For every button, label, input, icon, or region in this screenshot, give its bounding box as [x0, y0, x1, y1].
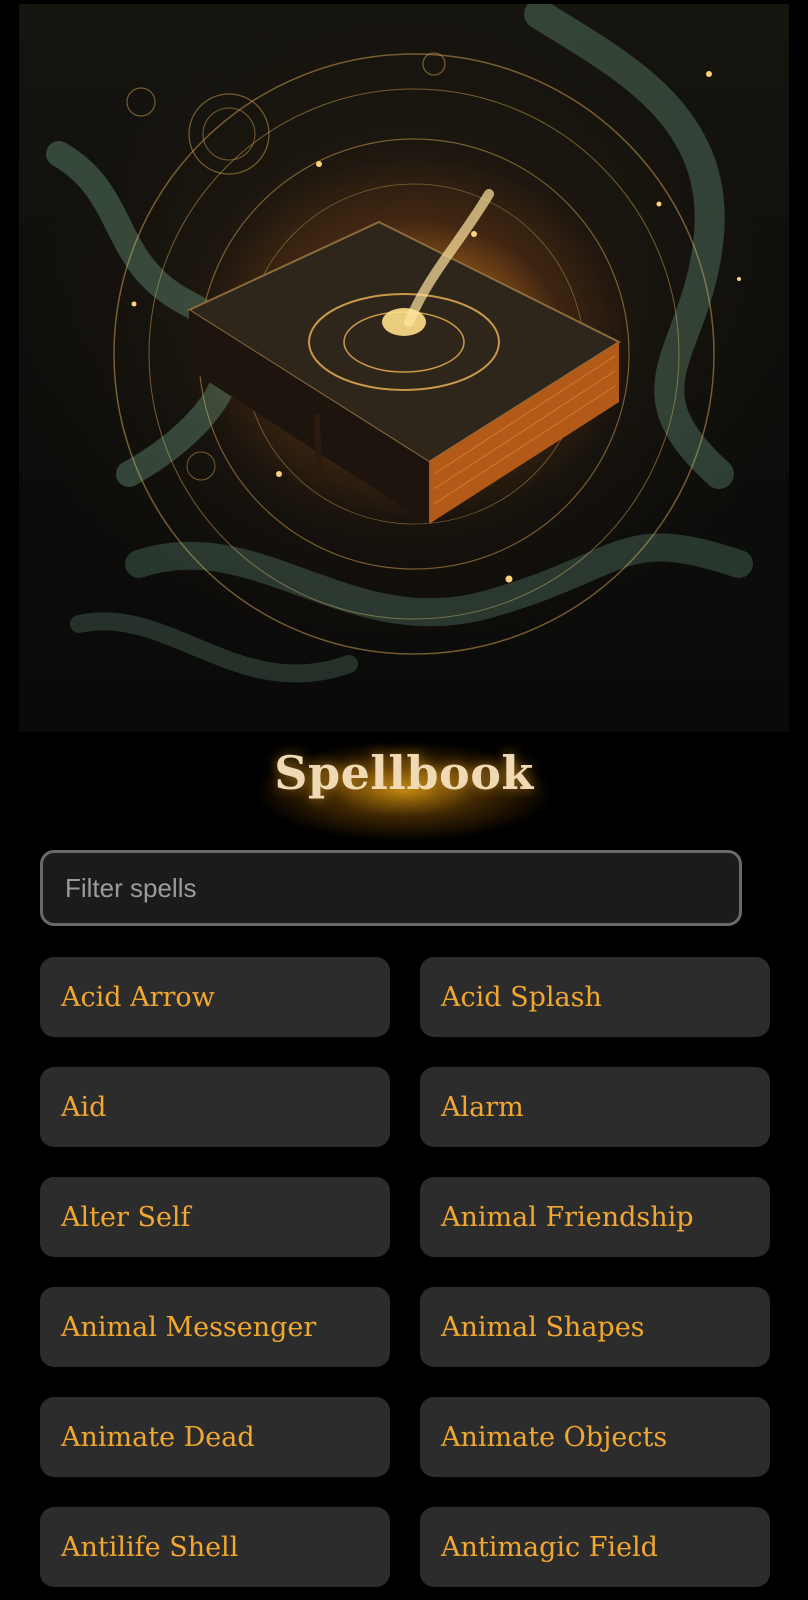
spell-item-antilife-shell[interactable]: Antilife Shell: [40, 1507, 390, 1587]
spell-item-animal-friendship[interactable]: Animal Friendship: [420, 1177, 770, 1257]
spell-item-animate-dead[interactable]: Animate Dead: [40, 1397, 390, 1477]
spellbook-hero-image: [19, 4, 789, 732]
magic-book-illustration: [46, 4, 753, 683]
spell-grid: Acid Arrow Acid Splash Aid Alarm Alter S…: [40, 957, 770, 1587]
spell-item-animate-objects[interactable]: Animate Objects: [420, 1397, 770, 1477]
spell-item-acid-splash[interactable]: Acid Splash: [420, 957, 770, 1037]
page-title: Spellbook: [274, 746, 534, 800]
title-area: Spellbook: [0, 732, 808, 842]
spell-item-antimagic-field[interactable]: Antimagic Field: [420, 1507, 770, 1587]
spell-item-alarm[interactable]: Alarm: [420, 1067, 770, 1147]
spell-item-alter-self[interactable]: Alter Self: [40, 1177, 390, 1257]
filter-spells-input[interactable]: [40, 850, 742, 926]
spell-item-acid-arrow[interactable]: Acid Arrow: [40, 957, 390, 1037]
spell-item-aid[interactable]: Aid: [40, 1067, 390, 1147]
spell-item-animal-shapes[interactable]: Animal Shapes: [420, 1287, 770, 1367]
spellbook-page: Spellbook Acid Arrow Acid Splash Aid Ala…: [0, 0, 808, 1600]
spell-item-animal-messenger[interactable]: Animal Messenger: [40, 1287, 390, 1367]
